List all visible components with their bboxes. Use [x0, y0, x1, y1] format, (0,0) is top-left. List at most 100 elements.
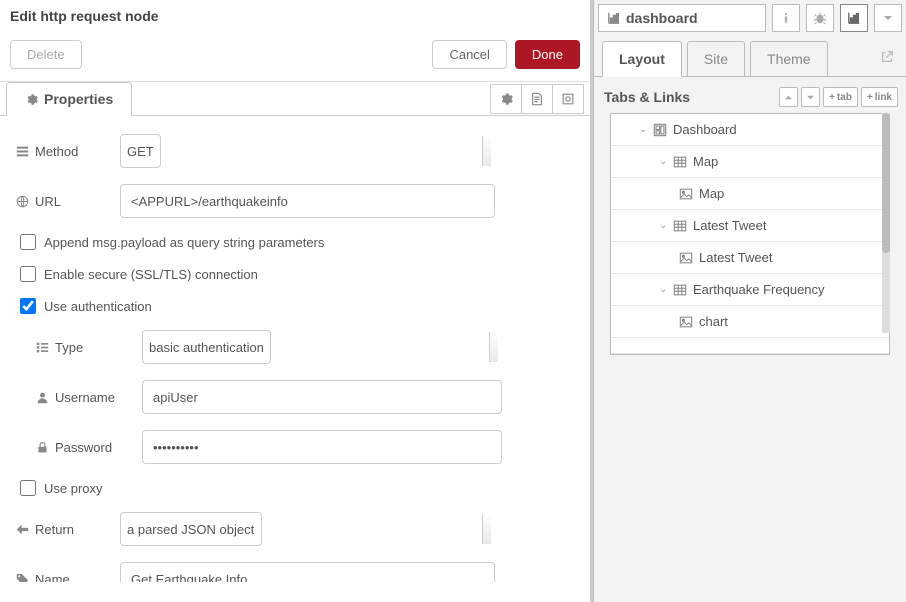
proxy-label: Use proxy — [44, 481, 103, 496]
sidebar-panel: dashboard Layout Site Theme — [593, 0, 906, 602]
scrollbar[interactable] — [882, 113, 890, 333]
info-button[interactable] — [772, 4, 800, 32]
node-description-button[interactable] — [552, 84, 584, 114]
sidebar-header: dashboard — [594, 0, 906, 36]
add-link-button[interactable]: +link — [861, 87, 898, 107]
edit-title: Edit http request node — [0, 0, 590, 32]
file-icon — [530, 92, 544, 106]
auth-label: Use authentication — [44, 299, 152, 314]
gear-icon — [25, 93, 38, 106]
table-icon — [673, 219, 687, 233]
table-icon — [673, 155, 687, 169]
url-input[interactable] — [120, 184, 495, 218]
auth-checkbox[interactable] — [20, 298, 36, 314]
add-tab-button[interactable]: +tab — [823, 87, 858, 107]
name-label: Name — [35, 572, 70, 583]
form-area: Method GET URL Append msg.payload as que… — [0, 116, 590, 582]
tab-properties-label: Properties — [44, 91, 113, 107]
tree-label: Latest Tweet — [693, 218, 766, 233]
open-external-button[interactable] — [876, 41, 898, 76]
collapse-button[interactable] — [801, 87, 820, 107]
table-icon — [673, 283, 687, 297]
bars-icon — [16, 145, 29, 158]
tab-properties[interactable]: Properties — [6, 82, 132, 116]
chevron-down-icon: ⌄ — [659, 156, 667, 167]
chevron-down-icon: ⌄ — [639, 124, 647, 135]
tree-node-eq-group[interactable]: ⌄ Earthquake Frequency — [611, 274, 889, 306]
tabs-links-title: Tabs & Links — [604, 89, 690, 105]
tree-node-tweet-group[interactable]: ⌄ Latest Tweet — [611, 210, 889, 242]
tag-icon — [16, 573, 29, 583]
chevron-up-icon — [785, 94, 792, 101]
user-icon — [36, 391, 49, 404]
gear-icon — [499, 92, 513, 106]
url-label: URL — [35, 194, 61, 209]
proxy-checkbox[interactable] — [20, 480, 36, 496]
cancel-button[interactable]: Cancel — [432, 40, 506, 69]
return-label: Return — [35, 522, 74, 537]
tab-bar: Properties — [0, 82, 590, 116]
arrow-left-icon — [16, 523, 29, 536]
tree-node-dashboard[interactable]: ⌄ Dashboard — [611, 114, 889, 146]
ssl-checkbox[interactable] — [20, 266, 36, 282]
tree-label: Dashboard — [673, 122, 737, 137]
append-label: Append msg.payload as query string param… — [44, 235, 324, 250]
image-icon — [679, 251, 693, 265]
edit-panel: Edit http request node Delete Cancel Don… — [0, 0, 593, 602]
done-button[interactable]: Done — [515, 40, 580, 69]
bar-chart-icon — [847, 11, 861, 25]
image-icon — [679, 187, 693, 201]
tree-label: chart — [699, 314, 728, 329]
debug-button[interactable] — [806, 4, 834, 32]
method-label: Method — [35, 144, 78, 159]
bug-icon — [813, 11, 827, 25]
tab-theme[interactable]: Theme — [750, 41, 828, 76]
bar-chart-icon — [607, 11, 621, 25]
image-icon — [679, 315, 693, 329]
chevron-down-icon — [807, 94, 814, 101]
tree-label: Map — [693, 154, 718, 169]
caret-down-icon — [884, 14, 892, 22]
tabs-links-header: Tabs & Links +tab +link — [594, 77, 906, 113]
auth-type-label: Type — [55, 340, 83, 355]
tree-node-chart-widget[interactable]: chart — [611, 306, 889, 338]
dashboard-icon — [653, 123, 667, 137]
node-help-button[interactable] — [521, 84, 553, 114]
tree-label: Map — [699, 186, 724, 201]
dashboard-dropdown[interactable]: dashboard — [598, 4, 766, 32]
tree-node-map-group[interactable]: ⌄ Map — [611, 146, 889, 178]
button-row: Delete Cancel Done — [0, 32, 590, 82]
return-select[interactable]: a parsed JSON object — [120, 512, 262, 546]
tree-view: ⌄ Dashboard ⌄ Map Map ⌄ Latest Tweet Lat… — [610, 113, 890, 355]
tree-label: Earthquake Frequency — [693, 282, 825, 297]
chart-button[interactable] — [840, 4, 868, 32]
password-input[interactable] — [142, 430, 502, 464]
chevron-down-icon: ⌄ — [659, 220, 667, 231]
node-settings-button[interactable] — [490, 84, 522, 114]
username-label: Username — [55, 390, 115, 405]
tree-node-tweet-widget[interactable]: Latest Tweet — [611, 242, 889, 274]
username-input[interactable] — [142, 380, 502, 414]
tab-layout[interactable]: Layout — [602, 41, 682, 77]
delete-button[interactable]: Delete — [10, 40, 82, 69]
tree-spacer — [611, 338, 889, 354]
lock-icon — [36, 441, 49, 454]
chevron-down-icon: ⌄ — [659, 284, 667, 295]
tree-label: Latest Tweet — [699, 250, 772, 265]
expand-button[interactable] — [779, 87, 798, 107]
dropdown-button[interactable] — [874, 4, 902, 32]
append-checkbox[interactable] — [20, 234, 36, 250]
auth-type-select[interactable]: basic authentication — [142, 330, 271, 364]
target-icon — [561, 92, 575, 106]
name-input[interactable] — [120, 562, 495, 582]
info-icon — [780, 12, 792, 24]
external-link-icon — [880, 50, 894, 64]
tab-site[interactable]: Site — [687, 41, 745, 76]
globe-icon — [16, 195, 29, 208]
sidebar-tab-bar: Layout Site Theme — [594, 36, 906, 77]
ssl-label: Enable secure (SSL/TLS) connection — [44, 267, 258, 282]
password-label: Password — [55, 440, 112, 455]
list-icon — [36, 341, 49, 354]
method-select[interactable]: GET — [120, 134, 161, 168]
tree-node-map-widget[interactable]: Map — [611, 178, 889, 210]
